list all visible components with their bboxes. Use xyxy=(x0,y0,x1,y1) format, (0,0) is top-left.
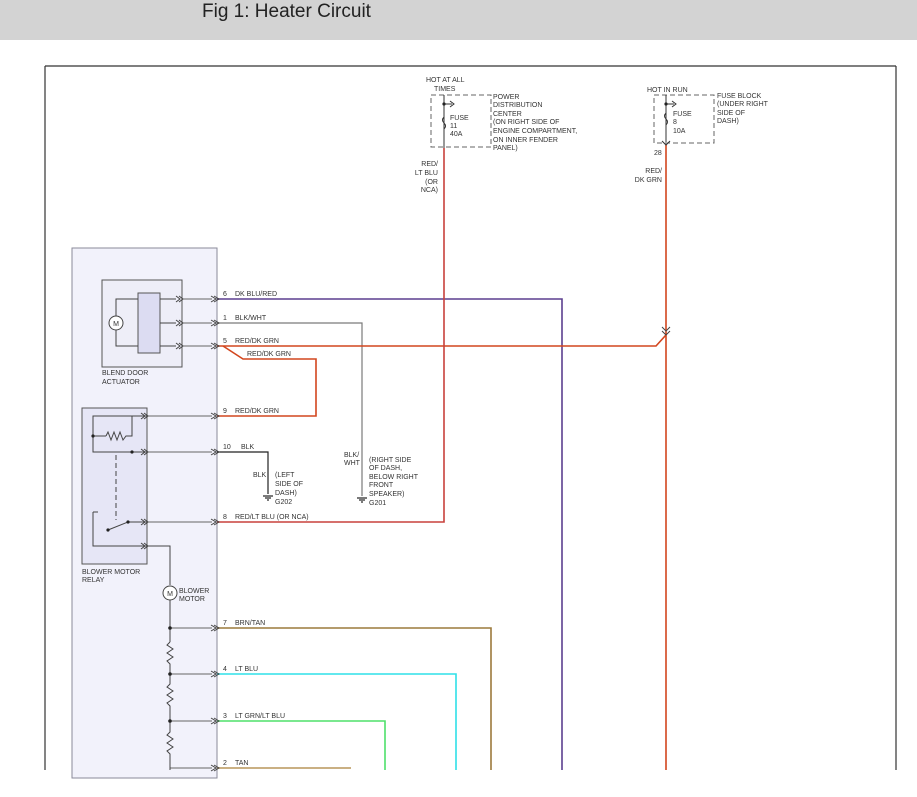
pdc-fuse-3: 40A xyxy=(450,131,463,138)
pin-10-wire: BLK xyxy=(241,444,255,451)
g202-name: G202 xyxy=(275,499,292,506)
blower-motor-label-2: MOTOR xyxy=(179,596,205,603)
pin-labels: 6 DK BLU/RED 1 BLK/WHT 5 RED/DK GRN RED/… xyxy=(223,291,309,767)
fb-loc-3: SIDE OF xyxy=(717,110,745,117)
pin-5-num: 5 xyxy=(223,338,227,345)
wire-dk-blu-red xyxy=(217,298,563,770)
pdc-fuse-2: 11 xyxy=(450,123,457,130)
pdc-loc-5: ENGINE COMPARTMENT, xyxy=(493,128,577,135)
fuse-block: HOT IN RUN FUSE 8 10A FUSE BLOCK (UNDER … xyxy=(635,87,769,184)
pdc-wire-2: LT BLU xyxy=(415,170,438,177)
fb-pin: 28 xyxy=(654,150,662,157)
pin-9-wire: RED/DK GRN xyxy=(235,408,279,415)
g201-location-4: FRONT xyxy=(369,482,394,489)
ground-g201: BLK/ WHT (RIGHT SIDE OF DASH, BELOW RIGH… xyxy=(344,452,419,507)
pin-1-wire: BLK/WHT xyxy=(235,315,267,322)
pdc-loc-3: CENTER xyxy=(493,111,522,118)
pdc-wire-3: (OR xyxy=(425,179,438,186)
g202-location-3: DASH) xyxy=(275,490,297,497)
blend-door-label-1: BLEND DOOR xyxy=(102,370,148,377)
ground-icon xyxy=(263,495,273,501)
pin-7-num: 7 xyxy=(223,620,227,627)
wire-red-lt-blu xyxy=(217,148,445,523)
pdc-hot-2: TIMES xyxy=(434,86,456,93)
wire-lt-blu xyxy=(217,673,457,770)
fb-loc-2: (UNDER RIGHT xyxy=(717,101,769,108)
pin-4-wire: LT BLU xyxy=(235,666,258,673)
pdc-loc-2: DISTRIBUTION xyxy=(493,102,542,109)
pin-10-num: 10 xyxy=(223,444,231,451)
pdc-wire-1: RED/ xyxy=(421,161,438,168)
pin-2-wire: TAN xyxy=(235,760,248,767)
g201-name: G201 xyxy=(369,500,386,507)
fb-loc-1: FUSE BLOCK xyxy=(717,93,762,100)
blend-motor-symbol: M xyxy=(113,321,119,328)
fb-fuse-1: FUSE xyxy=(673,111,692,118)
fb-wire-2: DK GRN xyxy=(635,177,662,184)
pin-5-wire: RED/DK GRN xyxy=(235,338,279,345)
g201-wire-2: WHT xyxy=(344,460,361,467)
pdc-loc-4: (ON RIGHT SIDE OF xyxy=(493,119,559,126)
g201-location-2: OF DASH, xyxy=(369,465,402,472)
heater-circuit-diagram: M BLEND DOOR ACTUATOR BLOWER MOTOR RELAY xyxy=(44,65,897,779)
pin-4-num: 4 xyxy=(223,666,227,673)
pin-8-num: 8 xyxy=(223,514,227,521)
fb-fuse-3: 10A xyxy=(673,128,686,135)
fb-hot: HOT IN RUN xyxy=(647,87,688,94)
relay-label-2: RELAY xyxy=(82,577,105,584)
fb-wire-1: RED/ xyxy=(645,168,662,175)
ground-icon xyxy=(357,497,367,503)
blower-motor-label-1: BLOWER xyxy=(179,588,209,595)
pin-3-num: 3 xyxy=(223,713,227,720)
blower-motor-relay: BLOWER MOTOR RELAY xyxy=(81,407,149,584)
pdc-fuse-1: FUSE xyxy=(450,115,469,122)
g201-location-1: (RIGHT SIDE xyxy=(369,457,412,464)
relay-label-1: BLOWER MOTOR xyxy=(82,569,140,576)
wire-red-dk-grn-main xyxy=(217,332,667,770)
power-distribution-center: HOT AT ALL TIMES FUSE 11 40A POWER DISTR… xyxy=(415,77,577,194)
pin-1-num: 1 xyxy=(223,315,227,322)
pin-3-wire: LT GRN/LT BLU xyxy=(235,713,285,720)
g202-wire: BLK xyxy=(253,472,267,479)
g201-wire-1: BLK/ xyxy=(344,452,359,459)
g202-location-1: (LEFT xyxy=(275,472,295,479)
g202-location-2: SIDE OF xyxy=(275,481,303,488)
ground-g202: BLK (LEFT SIDE OF DASH) G202 xyxy=(253,472,303,506)
pin-7-wire: BRN/TAN xyxy=(235,620,265,627)
pdc-wire-4: NCA) xyxy=(421,187,438,194)
g201-location-5: SPEAKER) xyxy=(369,491,404,498)
pdc-loc-7: PANEL) xyxy=(493,145,518,152)
pin-6-wire: DK BLU/RED xyxy=(235,291,277,298)
pin-9-num: 9 xyxy=(223,408,227,415)
pdc-loc-6: ON INNER FENDER xyxy=(493,137,558,144)
pdc-loc-1: POWER xyxy=(493,94,519,101)
blower-motor-symbol: M xyxy=(167,591,173,598)
pdc-hot-1: HOT AT ALL xyxy=(426,77,465,84)
fb-loc-4: DASH) xyxy=(717,118,739,125)
fb-fuse-2: 8 xyxy=(673,119,677,126)
wire-brn-tan xyxy=(217,627,492,770)
pin-2-num: 2 xyxy=(223,760,227,767)
jumper-label: RED/DK GRN xyxy=(247,351,291,358)
pin-8-wire: RED/LT BLU (OR NCA) xyxy=(235,514,309,521)
blend-door-label-2: ACTUATOR xyxy=(102,379,140,386)
g201-location-3: BELOW RIGHT xyxy=(369,474,419,481)
pin-6-num: 6 xyxy=(223,291,227,298)
